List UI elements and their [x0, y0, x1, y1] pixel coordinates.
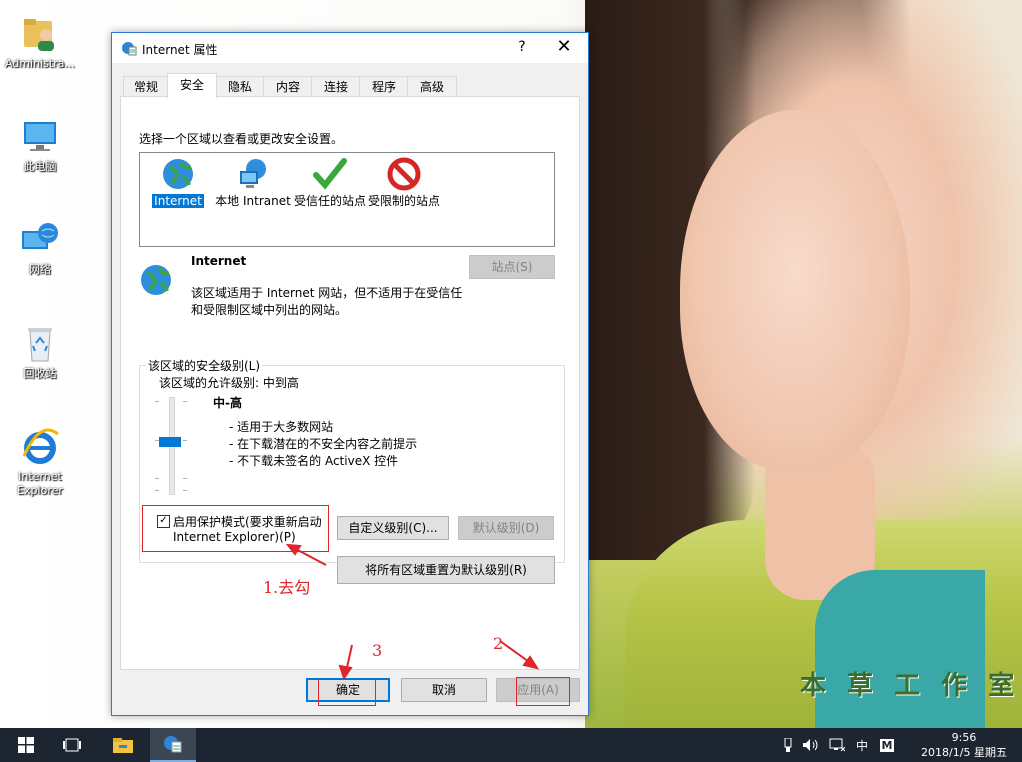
- usb-device-icon[interactable]: [780, 728, 796, 762]
- annotation-step-1: 1.去勾: [263, 578, 311, 597]
- task-view-button[interactable]: [52, 728, 92, 762]
- ime-mode-label: M: [879, 738, 895, 752]
- taskbar: 中 M 9:56 2018/1/5 星期五: [0, 728, 1022, 762]
- network-tray-icon[interactable]: [824, 728, 850, 762]
- start-button[interactable]: [6, 728, 46, 762]
- clock-time: 9:56: [951, 731, 977, 744]
- volume-icon[interactable]: [800, 728, 822, 762]
- file-explorer-icon: [113, 738, 133, 753]
- file-explorer-taskbar-button[interactable]: [102, 728, 144, 762]
- internet-options-icon: [164, 736, 182, 753]
- windows-logo-icon: [18, 737, 34, 753]
- internet-options-taskbar-button[interactable]: [150, 728, 196, 762]
- task-view-icon: [63, 738, 81, 752]
- annotation-arrows: [285, 543, 540, 681]
- ime-mode-indicator[interactable]: M: [876, 728, 898, 762]
- annotation-step-2: 2: [493, 634, 504, 653]
- taskbar-clock[interactable]: 9:56 2018/1/5 星期五: [914, 730, 1014, 760]
- tab-security[interactable]: 安全: [167, 73, 217, 98]
- input-method-indicator[interactable]: 中: [852, 728, 872, 762]
- annotation-step-3: 3: [372, 641, 383, 660]
- clock-date: 2018/1/5 星期五: [921, 746, 1007, 759]
